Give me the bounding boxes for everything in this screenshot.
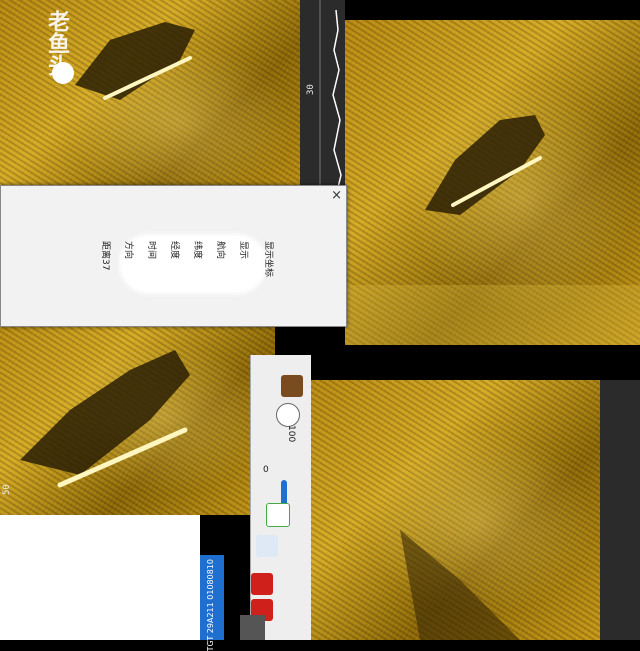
sonar-panel-bottom-right	[300, 380, 600, 640]
info-row-1: 显示坐标	[263, 241, 273, 278]
delete-red-x-icon[interactable]	[251, 573, 273, 595]
wreck-image-top-right	[345, 115, 640, 345]
info-row-8: 距离37	[100, 241, 110, 271]
info-rows: 显示坐标 显示 航向 纬度 经度 时间 方向 距离37	[100, 241, 281, 321]
green-marker-icon[interactable]	[266, 503, 290, 527]
watermark-logo-icon	[52, 62, 74, 84]
slider-marker: 0	[263, 465, 269, 475]
zoom-label: 100	[286, 425, 296, 443]
close-icon[interactable]: ×	[331, 188, 342, 203]
info-row-2: 显示	[238, 241, 248, 260]
layer-icon[interactable]	[281, 375, 303, 397]
info-row-6: 时间	[146, 241, 156, 260]
wreck-image-middle-left	[20, 350, 190, 488]
blank-panel	[0, 515, 200, 640]
brightness-icon[interactable]	[276, 403, 300, 427]
info-row-5: 经度	[169, 241, 179, 260]
info-row-7: 方向	[123, 241, 133, 260]
sand-shadow	[400, 530, 520, 640]
sonar-panel-middle-left	[0, 300, 275, 515]
thumbnail-icon[interactable]	[240, 615, 265, 640]
side-toolbar: 100 0	[250, 355, 311, 640]
info-row-3: 航向	[215, 241, 225, 260]
sonar-panel-top-right	[345, 20, 640, 345]
info-row-4: 纬度	[192, 241, 202, 260]
bottom-ruler: 50	[2, 380, 640, 640]
info-dialog: × 显示坐标 显示 航向 纬度 经度 时间 方向 距离37	[0, 185, 347, 327]
status-bar: TGT 29A211 01080810	[200, 555, 224, 651]
bottom-ruler-label: 50	[2, 484, 12, 495]
ruler-label-1: 30	[306, 84, 316, 95]
status-text: TGT 29A211 01080810	[206, 559, 215, 651]
pencil-icon[interactable]	[256, 535, 278, 557]
